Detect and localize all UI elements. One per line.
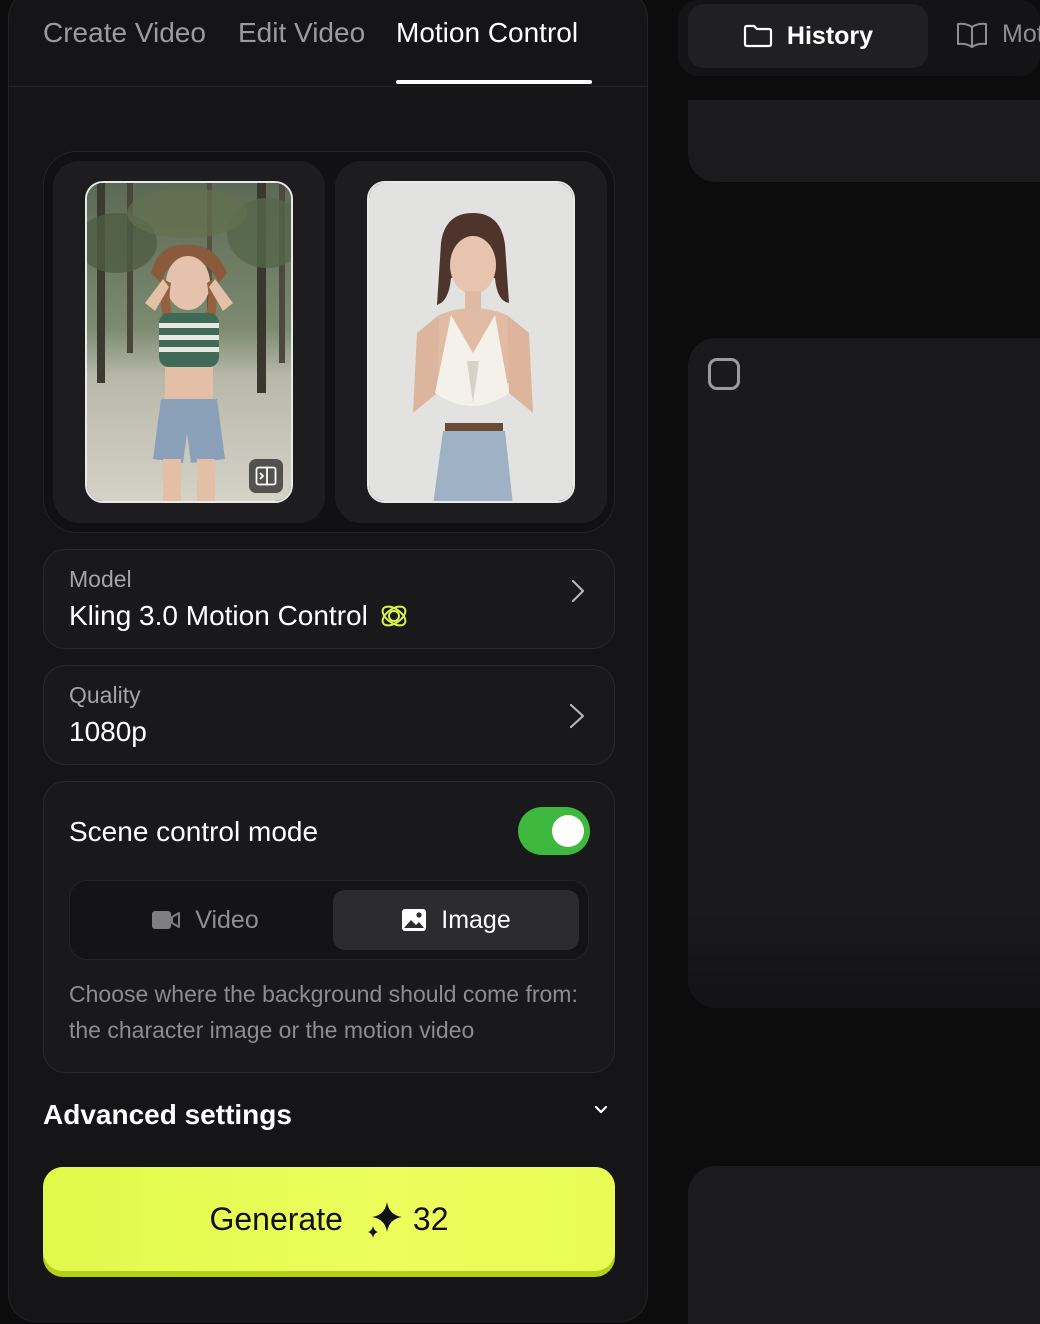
sparkle-icon	[367, 1202, 402, 1238]
history-item[interactable]	[688, 100, 1040, 182]
tab-edit-video[interactable]: Edit Video	[238, 17, 365, 49]
quality-value: 1080p	[69, 716, 147, 747]
model-selector[interactable]: Model Kling 3.0 Motion Control	[43, 549, 615, 649]
segment-video-label: Video	[195, 905, 259, 934]
history-item[interactable]	[688, 1166, 1040, 1324]
quality-selector[interactable]: Quality 1080p	[43, 665, 615, 765]
credit-count: 32	[412, 1200, 449, 1237]
book-icon	[957, 22, 987, 48]
motion-video-card[interactable]	[53, 161, 325, 523]
media-inputs	[43, 151, 615, 533]
history-video-card[interactable]	[688, 338, 1040, 1008]
select-checkbox[interactable]	[708, 358, 740, 390]
segment-image-label: Image	[441, 905, 511, 934]
mode-tabs: Create Video Edit Video Motion Control	[9, 1, 647, 87]
advanced-settings-label: Advanced settings	[43, 1099, 292, 1130]
model-name: Kling 3.0 Motion Control	[69, 600, 368, 631]
scene-control-card: Scene control mode Video Image Choose wh…	[43, 781, 615, 1073]
credit-cost: 32	[365, 1199, 449, 1239]
character-image-card[interactable]	[335, 161, 607, 523]
toggle-knob	[552, 815, 584, 847]
motion-video-thumbnail[interactable]	[85, 181, 293, 503]
advanced-settings-toggle[interactable]: Advanced settings	[43, 1097, 615, 1137]
active-tab-indicator	[396, 80, 592, 84]
model-value: Kling 3.0 Motion Control	[69, 600, 410, 632]
folder-icon	[743, 24, 773, 48]
video-camera-icon	[152, 911, 181, 929]
motion-library-label: Mot	[1002, 20, 1040, 48]
app-root: Create Video Edit Video Motion Control M…	[0, 0, 1040, 1324]
scene-control-description: Choose where the background should come …	[69, 981, 578, 1043]
quality-label: Quality	[69, 682, 141, 708]
scene-control-toggle[interactable]	[518, 807, 590, 855]
generate-label: Generate	[209, 1200, 343, 1237]
split-view-icon[interactable]	[249, 459, 283, 493]
chevron-right-icon	[571, 579, 585, 603]
segment-image-button[interactable]: Image	[333, 890, 579, 950]
history-label: History	[786, 21, 874, 50]
kling-orbit-icon	[381, 605, 407, 627]
scene-source-segment: Video Image	[69, 880, 589, 960]
chevron-right-icon	[569, 703, 585, 729]
generate-button-face: Generate 32	[43, 1167, 615, 1271]
chevron-down-icon	[594, 1105, 608, 1114]
tab-motion-control[interactable]: Motion Control	[396, 17, 578, 49]
character-image-thumbnail[interactable]	[367, 181, 575, 503]
image-icon	[402, 909, 427, 931]
generation-panel: Create Video Edit Video Motion Control M…	[8, 0, 648, 1322]
tab-create-video[interactable]: Create Video	[43, 17, 206, 49]
scene-control-title: Scene control mode	[69, 816, 319, 847]
tab-motion-library[interactable]: Mot	[956, 20, 1040, 49]
model-label: Model	[69, 566, 132, 592]
segment-video-button[interactable]: Video	[79, 890, 331, 950]
generate-button[interactable]: Generate 32	[43, 1167, 615, 1277]
tab-history[interactable]: History	[688, 4, 928, 68]
